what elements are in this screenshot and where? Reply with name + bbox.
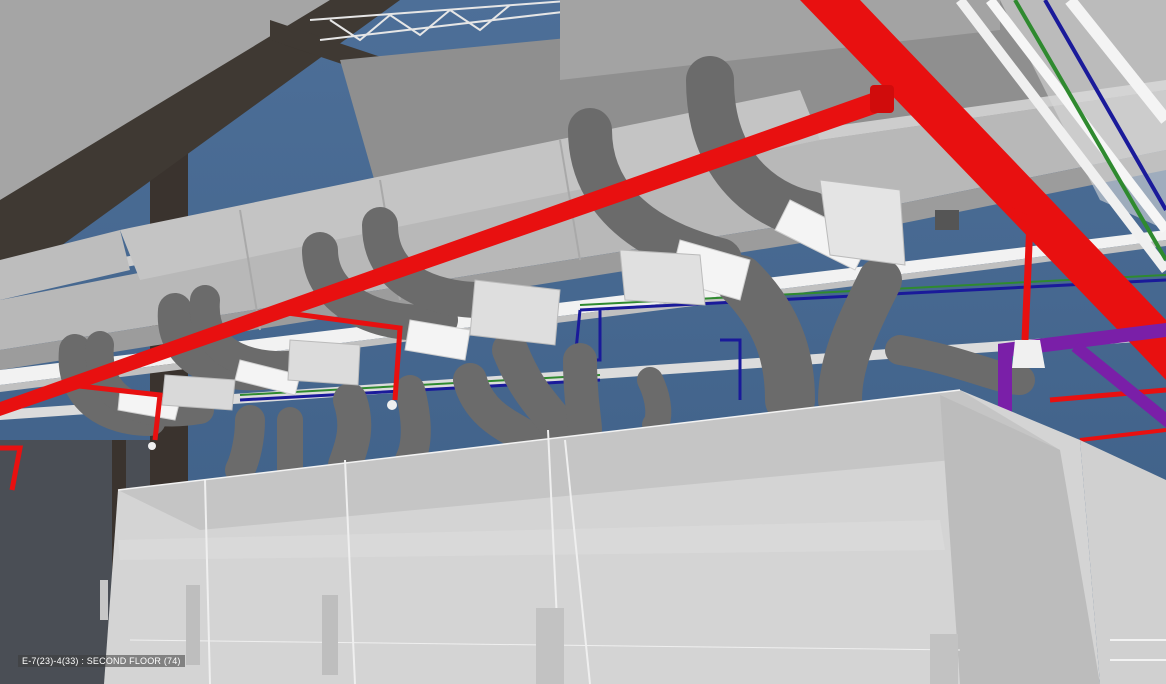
3d-viewport[interactable]: E-7(23)-4(33) : SECOND FLOOR (74) <box>0 0 1166 684</box>
level-label: E-7(23)-4(33) : SECOND FLOOR (74) <box>18 655 185 667</box>
model-view <box>0 0 1166 684</box>
